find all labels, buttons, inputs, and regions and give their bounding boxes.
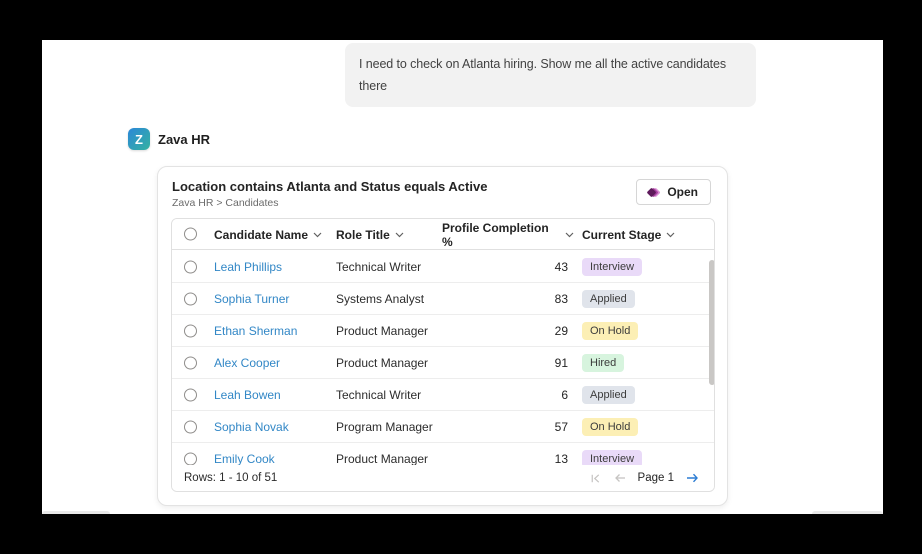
open-button[interactable]: Open	[636, 179, 711, 205]
current-stage-badge: Hired	[582, 354, 624, 372]
candidate-name-link[interactable]: Leah Bowen	[214, 388, 281, 402]
current-stage-badge: On Hold	[582, 322, 638, 340]
column-label: Profile Completion %	[442, 221, 560, 249]
cutoff-element-right	[812, 511, 883, 514]
role-title-cell: Product Manager	[336, 356, 428, 370]
row-select-radio[interactable]	[184, 356, 197, 369]
page-label: Page 1	[638, 472, 674, 484]
table-row[interactable]: Leah Phillips Technical Writer 43 Interv…	[172, 251, 714, 283]
role-title-cell: Technical Writer	[336, 260, 421, 274]
next-page-button[interactable]	[685, 472, 700, 484]
profile-completion-cell: 91	[442, 356, 568, 370]
column-label: Current Stage	[582, 228, 661, 242]
bot-name: Zava HR	[158, 132, 210, 147]
candidate-name-link[interactable]: Alex Cooper	[214, 356, 280, 370]
zava-hr-logo-icon: Z	[128, 128, 150, 150]
role-title-cell: Product Manager	[336, 452, 428, 466]
current-stage-badge: Applied	[582, 386, 635, 404]
current-stage-badge: Applied	[582, 290, 635, 308]
logo-letter: Z	[135, 132, 143, 147]
arrow-right-icon	[685, 472, 700, 484]
row-select-radio[interactable]	[184, 388, 197, 401]
profile-completion-cell: 29	[442, 324, 568, 338]
row-select-radio[interactable]	[184, 420, 197, 433]
power-apps-icon	[646, 185, 661, 200]
results-card: Location contains Atlanta and Status equ…	[157, 166, 728, 506]
chevron-down-icon	[565, 232, 574, 238]
row-select-radio[interactable]	[184, 292, 197, 305]
role-title-cell: Program Manager	[336, 420, 433, 434]
table-header: Candidate Name Role Title Profile Comple…	[172, 219, 714, 250]
row-select-radio[interactable]	[184, 452, 197, 465]
table-scrollbar[interactable]	[709, 260, 715, 385]
first-page-button[interactable]	[589, 472, 602, 485]
arrow-left-icon	[613, 472, 627, 484]
column-label: Role Title	[336, 228, 390, 242]
profile-completion-cell: 13	[442, 452, 568, 466]
open-button-label: Open	[667, 185, 698, 199]
table-row[interactable]: Alex Cooper Product Manager 91 Hired	[172, 347, 714, 379]
row-select-radio[interactable]	[184, 324, 197, 337]
chevron-down-icon	[313, 232, 322, 238]
breadcrumb: Zava HR > Candidates	[172, 197, 279, 209]
table-row[interactable]: Sophia Turner Systems Analyst 83 Applied	[172, 283, 714, 315]
profile-completion-cell: 6	[442, 388, 568, 402]
candidate-name-link[interactable]: Leah Phillips	[214, 260, 282, 274]
current-stage-badge: On Hold	[582, 418, 638, 436]
cutoff-element-left	[42, 511, 110, 514]
role-title-cell: Product Manager	[336, 324, 428, 338]
profile-completion-cell: 57	[442, 420, 568, 434]
first-page-icon	[589, 472, 602, 485]
candidate-name-link[interactable]: Ethan Sherman	[214, 324, 297, 338]
chevron-down-icon	[666, 232, 675, 238]
candidate-name-link[interactable]: Sophia Novak	[214, 420, 289, 434]
user-message-bubble: I need to check on Atlanta hiring. Show …	[345, 43, 756, 107]
chevron-down-icon	[395, 232, 404, 238]
role-title-cell: Technical Writer	[336, 388, 421, 402]
pagination: Page 1	[589, 472, 700, 485]
column-header-current-stage[interactable]: Current Stage	[582, 219, 675, 250]
user-message-text: I need to check on Atlanta hiring. Show …	[359, 57, 726, 93]
bot-identity: Z Zava HR	[128, 128, 210, 150]
candidate-name-link[interactable]: Emily Cook	[214, 452, 275, 466]
table-row[interactable]: Sophia Novak Program Manager 57 On Hold	[172, 411, 714, 443]
table-row[interactable]: Leah Bowen Technical Writer 6 Applied	[172, 379, 714, 411]
table-footer: Rows: 1 - 10 of 51 Page 1	[172, 465, 714, 491]
candidates-table: Candidate Name Role Title Profile Comple…	[171, 218, 715, 492]
table-body: Leah Phillips Technical Writer 43 Interv…	[172, 251, 714, 491]
column-header-role-title[interactable]: Role Title	[336, 219, 404, 250]
table-row[interactable]: Ethan Sherman Product Manager 29 On Hold	[172, 315, 714, 347]
column-label: Candidate Name	[214, 228, 308, 242]
current-stage-badge: Interview	[582, 258, 642, 276]
previous-page-button[interactable]	[613, 472, 627, 484]
row-select-radio[interactable]	[184, 260, 197, 273]
profile-completion-cell: 43	[442, 260, 568, 274]
select-all-radio[interactable]	[184, 228, 197, 241]
column-header-profile-completion[interactable]: Profile Completion %	[442, 219, 574, 250]
candidate-name-link[interactable]: Sophia Turner	[214, 292, 289, 306]
role-title-cell: Systems Analyst	[336, 292, 424, 306]
card-title: Location contains Atlanta and Status equ…	[172, 179, 487, 194]
column-header-candidate-name[interactable]: Candidate Name	[214, 219, 322, 250]
chat-canvas: I need to check on Atlanta hiring. Show …	[42, 40, 883, 514]
profile-completion-cell: 83	[442, 292, 568, 306]
rows-count-label: Rows: 1 - 10 of 51	[184, 472, 277, 484]
